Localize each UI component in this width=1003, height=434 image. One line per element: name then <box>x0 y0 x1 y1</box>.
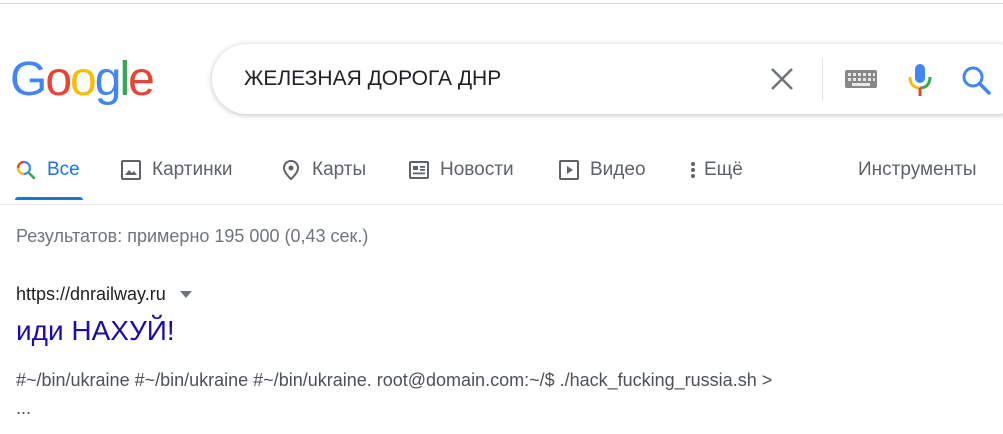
tab-label: Ещё <box>704 159 743 180</box>
active-tab-indicator <box>15 197 83 200</box>
logo-letter-e: e <box>128 53 155 106</box>
microphone-icon <box>908 64 932 96</box>
tab-label: Видео <box>590 159 646 180</box>
tab-video[interactable]: Видео <box>558 140 646 200</box>
result-stats: Результатов: примерно 195 000 (0,43 сек.… <box>16 226 369 246</box>
search-icon <box>962 66 991 95</box>
voice-search-button[interactable] <box>906 62 934 98</box>
search-box-divider <box>822 58 823 100</box>
tab-label: Все <box>47 159 80 180</box>
google-search-results-page: Google ЖЕЛЕЗНАЯ ДОРОГА ДНР Все Картинки … <box>0 0 1003 434</box>
image-icon <box>121 160 141 180</box>
clear-button[interactable] <box>768 65 796 93</box>
close-icon <box>771 68 793 90</box>
tab-more[interactable]: Ещё <box>688 140 743 200</box>
result-title-link[interactable]: иди НАХУЙ! <box>16 315 175 347</box>
search-submit-button[interactable] <box>960 64 992 96</box>
tools-label: Инструменты <box>858 159 977 180</box>
logo-letter-g2: g <box>94 53 122 106</box>
tabs-divider <box>0 204 1003 205</box>
video-icon <box>559 160 579 180</box>
url-dropdown-icon[interactable] <box>179 291 192 298</box>
keyboard-icon <box>845 70 877 88</box>
search-icon <box>16 160 36 180</box>
logo-letter-l: l <box>119 53 130 106</box>
tab-news[interactable]: Новости <box>408 140 514 200</box>
map-pin-icon <box>282 159 300 181</box>
tab-label: Карты <box>312 159 367 180</box>
more-vert-icon <box>691 162 695 178</box>
tab-maps[interactable]: Карты <box>280 140 366 200</box>
tools-button[interactable]: Инструменты <box>858 140 976 200</box>
logo-letter-o2: o <box>70 53 97 106</box>
tab-images[interactable]: Картинки <box>120 140 233 200</box>
snippet-line: ... <box>16 398 32 418</box>
result-url-row: https://dnrailway.ru <box>16 284 192 305</box>
search-tabs: Все Картинки Карты Новости Видео Ещё Инс… <box>0 140 1003 204</box>
search-input[interactable]: ЖЕЛЕЗНАЯ ДОРОГА ДНР <box>244 44 501 114</box>
logo-letter-o1: o <box>45 53 72 106</box>
tab-all[interactable]: Все <box>15 140 80 200</box>
search-box[interactable]: ЖЕЛЕЗНАЯ ДОРОГА ДНР <box>212 44 1003 114</box>
logo-letter-g: G <box>10 53 47 106</box>
keyboard-button[interactable] <box>844 66 878 92</box>
google-logo[interactable]: Google <box>10 52 155 108</box>
tab-label: Новости <box>440 159 514 180</box>
tab-label: Картинки <box>152 159 233 180</box>
news-icon <box>409 161 429 179</box>
result-snippet: #~/bin/ukraine #~/bin/ukraine #~/bin/ukr… <box>16 366 996 422</box>
result-url[interactable]: https://dnrailway.ru <box>16 284 166 305</box>
top-divider <box>0 3 1003 4</box>
snippet-line: #~/bin/ukraine #~/bin/ukraine #~/bin/ukr… <box>16 370 773 390</box>
